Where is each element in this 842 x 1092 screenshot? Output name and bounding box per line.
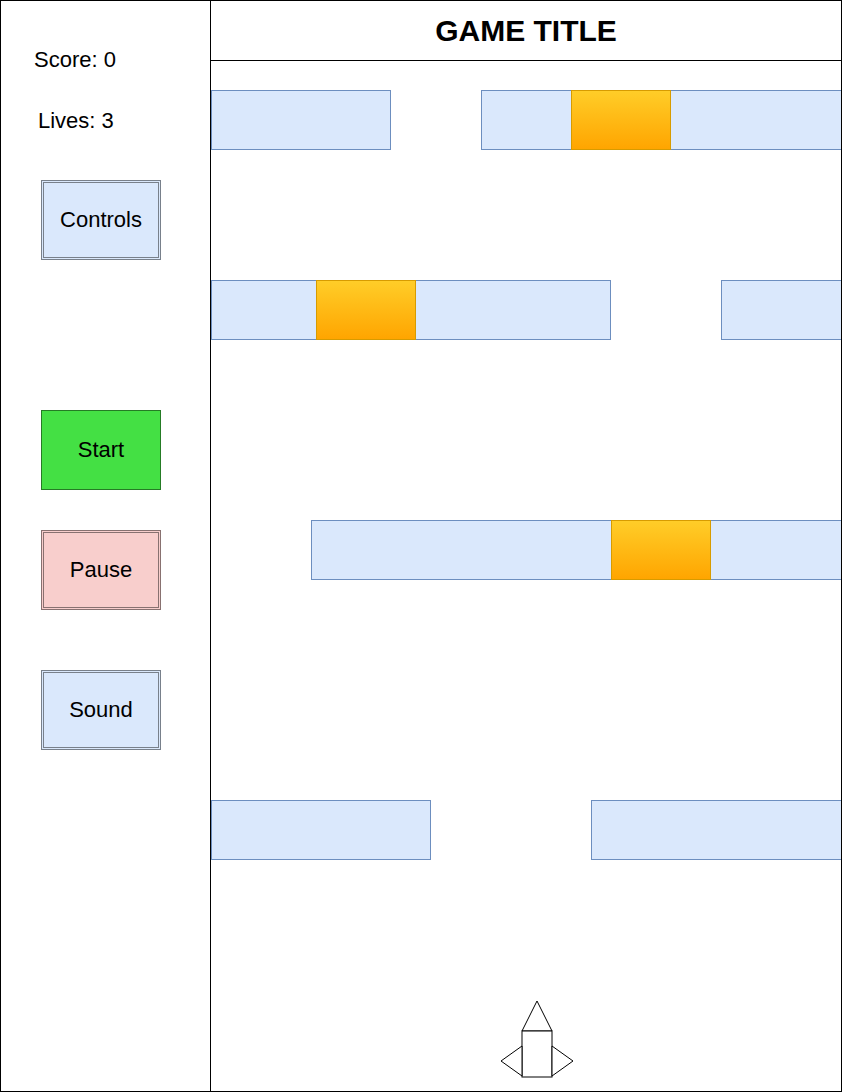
ship-icon[interactable] [500, 1000, 574, 1078]
sidebar-button[interactable]: Pause [41, 530, 161, 610]
target-block [611, 520, 711, 580]
platform-bar [211, 90, 391, 150]
stat-label: Lives: 3 [1, 108, 210, 134]
platform-bar [211, 800, 431, 860]
sidebar-button[interactable]: Sound [41, 670, 161, 750]
platform-bar [591, 800, 842, 860]
stat-label: Score: 0 [1, 47, 210, 73]
game-window: Score: 0 Lives: 3 Controls Start Pause Sound G… [0, 0, 842, 1092]
playfield [211, 61, 841, 1091]
sidebar: Score: 0 Lives: 3 Controls Start Pause Sound [1, 1, 211, 1091]
sidebar-button[interactable]: Controls [41, 180, 161, 260]
platform-bar [311, 520, 842, 580]
target-block [571, 90, 671, 150]
game-title: GAME TITLE [211, 1, 841, 61]
game-area: GAME TITLE [211, 1, 841, 1091]
platform-bar [721, 280, 842, 340]
target-block [316, 280, 416, 340]
sidebar-button[interactable]: Start [41, 410, 161, 490]
